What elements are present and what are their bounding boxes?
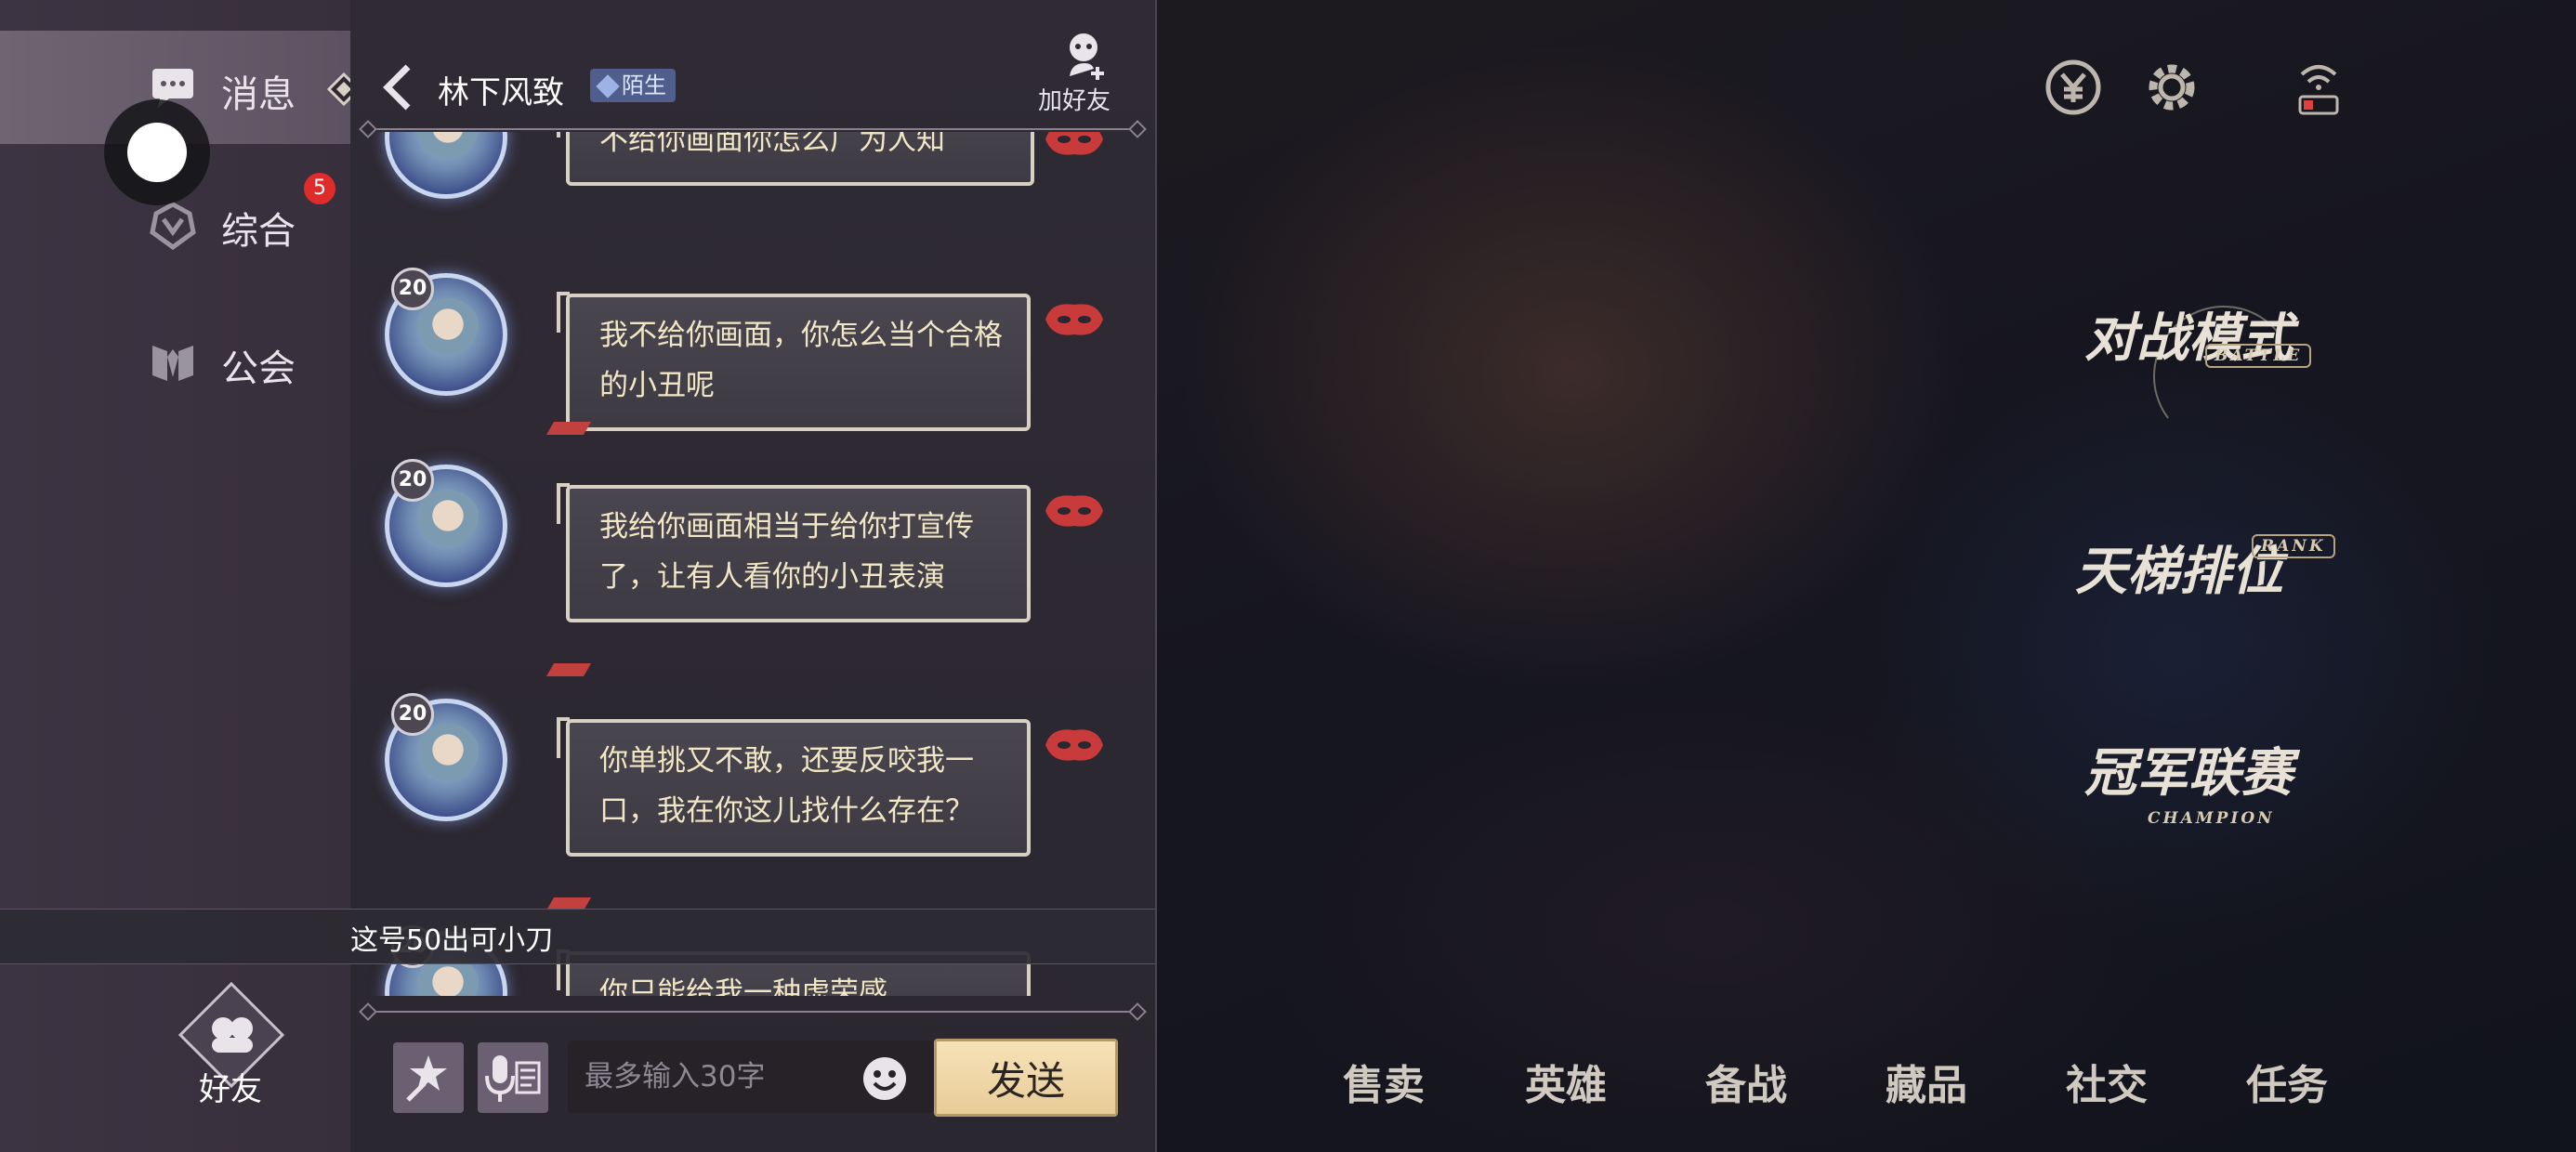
level-badge: 20 bbox=[391, 268, 434, 310]
chat-panel: 林下风致 陌生 加好友 不给你画面你怎么广为人知 20 我不给你画面，你怎么当个… bbox=[350, 0, 1157, 1152]
guild-icon bbox=[152, 346, 193, 381]
friends-label: 好友 bbox=[199, 1071, 262, 1108]
header-divider bbox=[369, 128, 1137, 130]
back-arrow-icon[interactable] bbox=[380, 63, 417, 111]
friends-button[interactable]: 好友 bbox=[173, 980, 290, 1108]
message-text: 不给你画面你怎么广为人知 bbox=[599, 132, 945, 157]
level-badge: 20 bbox=[391, 459, 434, 502]
champion-mode-button[interactable]: 冠军联赛 CHAMPION bbox=[2075, 725, 2354, 855]
message-bubble[interactable]: 我给你画面相当于给你打宣传了，让有人看你的小丑表演 bbox=[557, 483, 1031, 622]
system-toast: 这号50出可小刀 bbox=[0, 909, 1155, 964]
add-friend-icon bbox=[1070, 33, 1104, 80]
microphone-icon bbox=[485, 1055, 541, 1102]
nav-sell[interactable]: 售卖 bbox=[1343, 1052, 1425, 1111]
message-text: 我给你画面相当于给你打宣传了，让有人看你的小丑表演 bbox=[599, 510, 974, 594]
message-bubble[interactable]: 你单挑又不敢，还要反咬我一口，我在你这儿找什么存在？ bbox=[557, 717, 1031, 857]
bubble-ribbon bbox=[545, 663, 592, 676]
tab-messages-label: 消息 bbox=[221, 73, 296, 116]
message-list: 不给你画面你怎么广为人知 20 我不给你画面，你怎么当个合格的小丑呢 20 我给… bbox=[350, 132, 1155, 996]
input-divider bbox=[369, 1011, 1137, 1013]
emoji-icon[interactable] bbox=[861, 1055, 908, 1102]
nav-tasks[interactable]: 任务 bbox=[2246, 1052, 2328, 1111]
mask-icon bbox=[1045, 304, 1103, 335]
battle-mode-button[interactable]: 对战模式 BATTLE bbox=[2084, 297, 2326, 437]
relation-tag: 陌生 bbox=[590, 69, 676, 102]
tab-guild-label: 公会 bbox=[221, 347, 296, 390]
message-bubble[interactable]: 我不给你画面，你怎么当个合格的小丑呢 bbox=[557, 292, 1031, 431]
contact-name: 林下风致 bbox=[438, 74, 564, 111]
message-bubble[interactable]: 不给你画面你怎么广为人知 bbox=[557, 132, 1034, 186]
unread-badge: 5 bbox=[304, 173, 335, 204]
nav-social[interactable]: 社交 bbox=[2066, 1052, 2148, 1111]
champion-mode-en: CHAMPION bbox=[2148, 809, 2275, 828]
emblem-icon bbox=[150, 202, 196, 251]
add-friend-label: 加好友 bbox=[1038, 87, 1111, 115]
mask-icon bbox=[1045, 132, 1103, 155]
wifi-battery-icon bbox=[2298, 65, 2339, 115]
level-badge: 20 bbox=[391, 693, 434, 736]
add-friend-button[interactable]: 加好友 bbox=[1038, 26, 1131, 119]
voice-to-text-button[interactable] bbox=[478, 1042, 548, 1113]
question-icon bbox=[596, 74, 620, 98]
rank-mode-en: RANK bbox=[2252, 534, 2335, 558]
bubble-ribbon bbox=[545, 422, 592, 435]
game-lobby: 对战模式 BATTLE 天梯排位 RANK 冠军联赛 CHAMPION 售卖 英… bbox=[1155, 0, 2576, 1152]
message-text: 你只能给我一种虚荣感 bbox=[599, 976, 887, 996]
settings-icon[interactable] bbox=[2142, 58, 2201, 117]
champion-mode-label: 冠军联赛 bbox=[2084, 742, 2293, 804]
tab-general-label: 综合 bbox=[221, 210, 296, 253]
message-text: 你单挑又不敢，还要反咬我一口，我在你这儿找什么存在？ bbox=[599, 744, 974, 828]
nav-heroes[interactable]: 英雄 bbox=[1525, 1052, 1607, 1111]
wand-icon bbox=[406, 1055, 447, 1102]
mask-icon bbox=[1045, 495, 1103, 527]
sender-avatar[interactable] bbox=[385, 132, 507, 199]
relation-tag-label: 陌生 bbox=[622, 72, 666, 98]
toast-text: 这号50出可小刀 bbox=[350, 924, 554, 957]
chat-header: 林下风致 陌生 加好友 bbox=[350, 0, 1155, 130]
quick-phrase-button[interactable] bbox=[393, 1042, 464, 1113]
currency-icon[interactable] bbox=[2044, 58, 2103, 117]
nav-prepare[interactable]: 备战 bbox=[1705, 1052, 1787, 1111]
nav-collection[interactable]: 藏品 bbox=[1886, 1052, 1967, 1111]
battle-mode-en: BATTLE bbox=[2205, 344, 2312, 368]
rank-mode-button[interactable]: 天梯排位 RANK bbox=[2075, 534, 2345, 636]
mask-icon bbox=[1045, 729, 1103, 761]
tab-guild[interactable]: 公会 bbox=[0, 305, 350, 416]
send-button[interactable]: 发送 bbox=[934, 1039, 1118, 1117]
floating-assist-ball[interactable] bbox=[104, 99, 210, 205]
message-text: 我不给你画面，你怎么当个合格的小丑呢 bbox=[599, 319, 1003, 402]
